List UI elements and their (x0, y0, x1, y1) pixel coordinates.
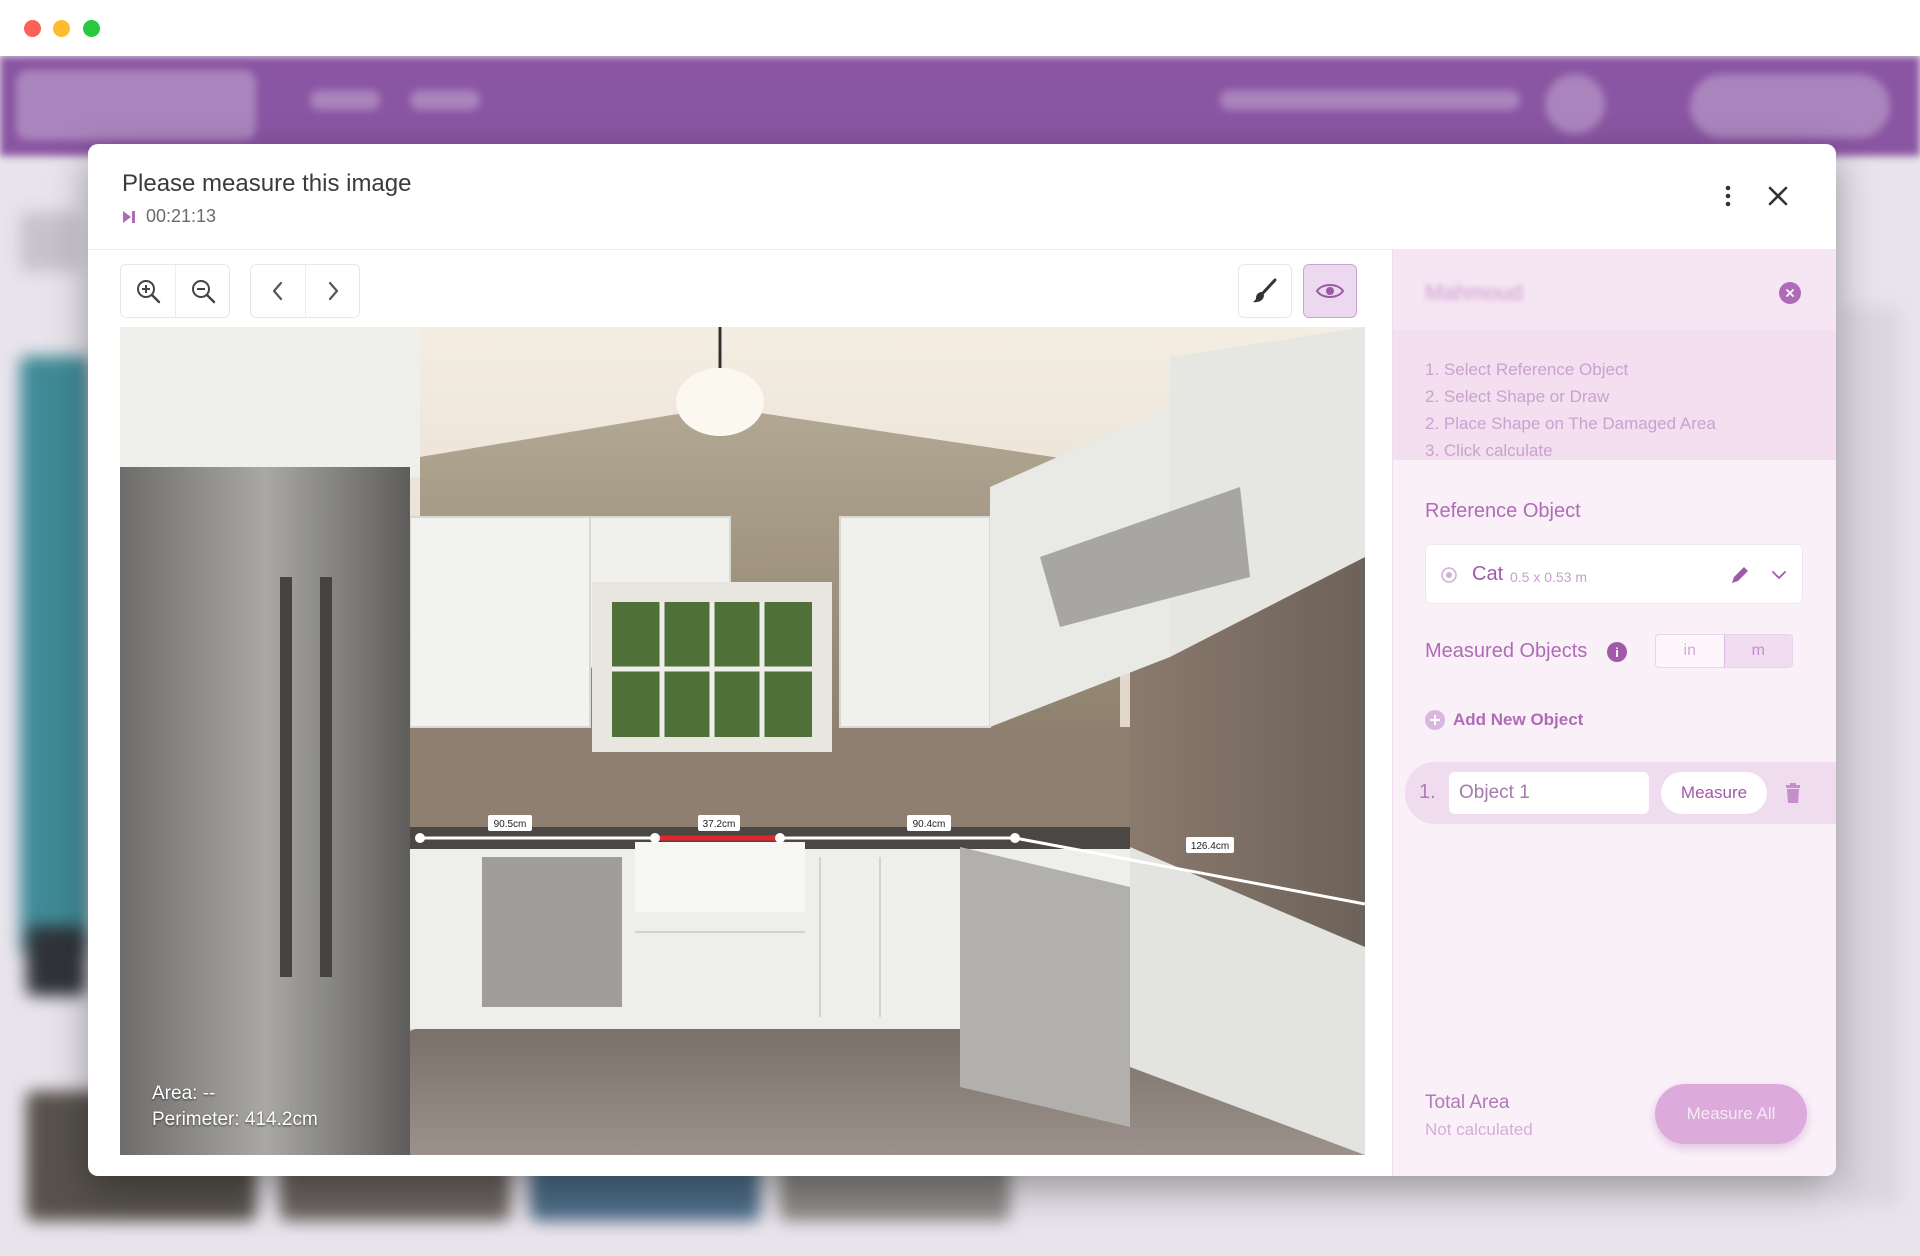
object-name-input[interactable] (1449, 772, 1649, 814)
instruction-step: 1. Select Reference Object (1425, 360, 1629, 379)
navigation-group (250, 264, 360, 318)
close-window-icon[interactable] (24, 20, 41, 37)
panel-header: Mahmoud (1393, 250, 1836, 330)
add-new-object-label: Add New Object (1453, 710, 1584, 729)
total-area-value: Not calculated (1425, 1120, 1533, 1139)
unit-meters-option[interactable]: m (1723, 635, 1792, 667)
add-new-object-button[interactable]: Add New Object (1425, 710, 1583, 730)
maximize-window-icon[interactable] (83, 20, 100, 37)
instruction-step: 2. Place Shape on The Damaged Area (1425, 414, 1716, 433)
unit-toggle: in m (1655, 634, 1793, 668)
total-area-label: Total Area (1425, 1092, 1510, 1113)
kitchen-photo: 90.5cm 37.2cm 90.4cm 126.4cm (120, 327, 1365, 1155)
more-options-icon[interactable] (1710, 178, 1746, 214)
measurement-panel: Mahmoud 1. Select Reference Object 2. Se… (1392, 250, 1836, 1176)
measurement-label: 37.2cm (703, 819, 736, 830)
add-icon (1425, 710, 1445, 730)
perimeter-readout: Perimeter: 414.2cm (152, 1109, 318, 1130)
reference-object-label: Reference Object (1425, 500, 1581, 522)
measure-all-button[interactable]: Measure All (1655, 1084, 1807, 1144)
zoom-in-icon[interactable] (121, 265, 175, 317)
area-readout: Area: -- (152, 1083, 216, 1104)
zoom-out-icon[interactable] (175, 265, 229, 317)
eye-icon (1315, 284, 1345, 298)
info-icon[interactable]: i (1607, 642, 1627, 662)
instruction-step: 3. Click calculate (1425, 441, 1553, 460)
zoom-group (120, 264, 230, 318)
timer-value: 00:21:13 (146, 206, 217, 226)
timer-icon (123, 210, 135, 223)
reference-object-name: Cat (1472, 563, 1504, 585)
measurement-label: 90.4cm (913, 819, 946, 830)
measure-button[interactable]: Measure (1661, 772, 1767, 814)
pencil-icon[interactable] (1728, 563, 1752, 587)
object-number: 1. (1419, 781, 1436, 803)
reference-object-select[interactable]: Cat 0.5 x 0.53 m (1425, 544, 1803, 604)
modal-title: Please measure this image (122, 170, 412, 197)
measured-objects-label: Measured Objects (1425, 640, 1588, 662)
target-icon (1441, 567, 1457, 583)
instruction-step: 2. Select Shape or Draw (1425, 387, 1610, 406)
image-canvas[interactable]: 90.5cm 37.2cm 90.4cm 126.4cm Area: -- Pe… (120, 327, 1365, 1155)
instructions-list: 1. Select Reference Object 2. Select Sha… (1393, 330, 1836, 460)
minimize-window-icon[interactable] (53, 20, 70, 37)
trash-icon[interactable] (1783, 782, 1803, 804)
panel-title: Mahmoud (1425, 280, 1523, 305)
close-modal-icon[interactable] (1760, 178, 1796, 214)
measure-modal: Please measure this image 00:21:13 90.5c… (88, 144, 1836, 1176)
background-header (0, 56, 1920, 156)
panel-close-icon[interactable] (1779, 282, 1801, 304)
image-toolbar (120, 264, 1360, 324)
previous-image-icon[interactable] (251, 265, 305, 317)
window-titlebar (0, 0, 1920, 56)
timer: 00:21:13 (122, 206, 216, 227)
visibility-toggle-button[interactable] (1303, 264, 1357, 318)
measurement-label: 90.5cm (494, 819, 527, 830)
measurement-label: 126.4cm (1191, 841, 1229, 852)
unit-inches-option[interactable]: in (1656, 635, 1724, 667)
reference-object-dimensions: 0.5 x 0.53 m (1510, 569, 1588, 585)
brush-tool-button[interactable] (1238, 264, 1292, 318)
chevron-down-icon[interactable] (1768, 564, 1790, 586)
brush-icon (1253, 278, 1277, 303)
next-image-icon[interactable] (305, 265, 359, 317)
modal-header: Please measure this image 00:21:13 (88, 144, 1836, 250)
object-row: 1. Measure (1405, 762, 1836, 824)
